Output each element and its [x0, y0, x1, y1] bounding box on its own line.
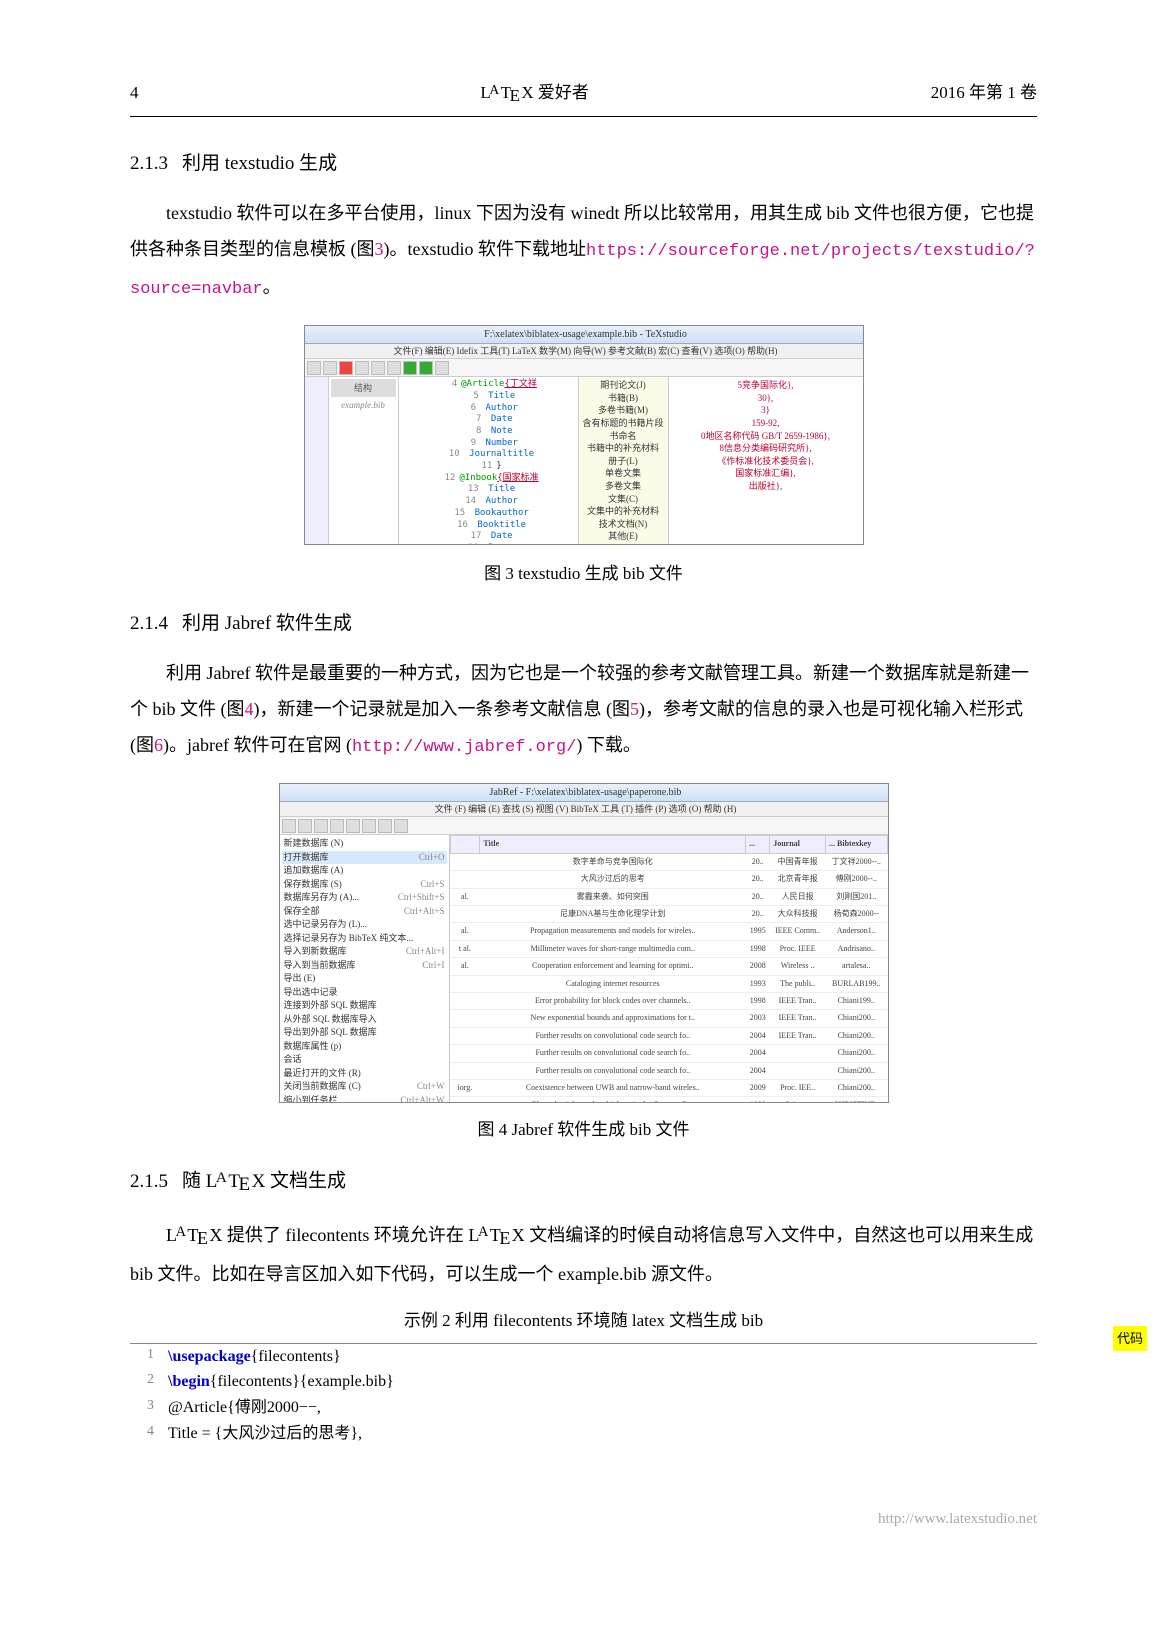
page-header: 4 LATEX 爱好者 2016 年第 1 卷 — [130, 78, 1037, 117]
jabref-titlebar: JabRef - F:\xelatex\biblatex-usage\paper… — [280, 784, 888, 802]
preview-pane: 5竞争国际化},30},3}159-92,0地区名称代码 GB/T 2659-1… — [669, 377, 863, 544]
jabref-url[interactable]: http://www.jabref.org/ — [352, 738, 576, 757]
figref-6: 6 — [154, 735, 163, 755]
structure-tree: 结构 example.bib — [329, 377, 399, 544]
texstudio-menubar: 文件(F) 编辑(E) Idefix 工具(T) LaTeX 数学(M) 向导(… — [305, 344, 863, 359]
section-214-title: 2.1.4利用 Jabref 软件生成 — [130, 607, 1037, 641]
jabref-entry-table: Title...Journal... Bibtexkey数字革命与竞争国际化20… — [450, 835, 888, 1102]
section-213-paragraph: texstudio 软件可以在多平台使用，linux 下因为没有 winedt … — [130, 195, 1037, 307]
jabref-file-menu: 新建数据库 (N)打开数据库Ctrl+O追加数据库 (A)保存数据库 (S)Ct… — [280, 835, 450, 1102]
figref-5: 5 — [630, 699, 639, 719]
journal-title: LATEX 爱好者 — [480, 78, 589, 112]
example-2-caption: 示例 2 利用 filecontents 环境随 latex 文档生成 bib — [130, 1306, 1037, 1337]
section-215-title: 2.1.5随 LATEX 文档生成 — [130, 1164, 1037, 1203]
figure-4-caption: 图 4 Jabref 软件生成 bib 文件 — [130, 1115, 1037, 1146]
figure-4: JabRef - F:\xelatex\biblatex-usage\paper… — [130, 783, 1037, 1146]
page-footer-url: http://www.latexstudio.net — [130, 1506, 1037, 1533]
figure-4-screenshot: JabRef - F:\xelatex\biblatex-usage\paper… — [279, 783, 889, 1103]
page-number: 4 — [130, 78, 139, 112]
code-label: 代码 — [1113, 1326, 1147, 1351]
section-214-paragraph: 利用 Jabref 软件是最重要的一种方式，因为它也是一个较强的参考文献管理工具… — [130, 655, 1037, 765]
code-block-example-2: 代码 1\usepackage{filecontents}2\begin{fil… — [130, 1343, 1037, 1446]
figure-3-caption: 图 3 texstudio 生成 bib 文件 — [130, 559, 1037, 590]
figure-3-screenshot: F:\xelatex\biblatex-usage\example.bib - … — [304, 325, 864, 545]
bib-editor: 4@Article{丁文祥5 Title6 Author7 Date8 Note… — [399, 377, 579, 544]
figure-3: F:\xelatex\biblatex-usage\example.bib - … — [130, 325, 1037, 589]
section-215-paragraph: LATEX 提供了 filecontents 环境允许在 LATEX 文档编译的… — [130, 1217, 1037, 1293]
jabref-menubar: 文件 (F) 编辑 (E) 查找 (S) 视图 (V) BibTeX 工具 (T… — [280, 802, 888, 817]
figref-3: 3 — [375, 239, 384, 259]
entry-type-menu: 期刊论文(J)书籍(B)多卷书籍(M)含有标题的书籍片段书命名书籍中的补充材料册… — [579, 377, 669, 544]
texstudio-toolbar — [305, 359, 863, 377]
jabref-toolbar — [280, 817, 888, 835]
section-213-title: 2.1.3利用 texstudio 生成 — [130, 147, 1037, 181]
issue-info: 2016 年第 1 卷 — [931, 78, 1037, 112]
figref-4: 4 — [245, 699, 254, 719]
texstudio-titlebar: F:\xelatex\biblatex-usage\example.bib - … — [305, 326, 863, 344]
